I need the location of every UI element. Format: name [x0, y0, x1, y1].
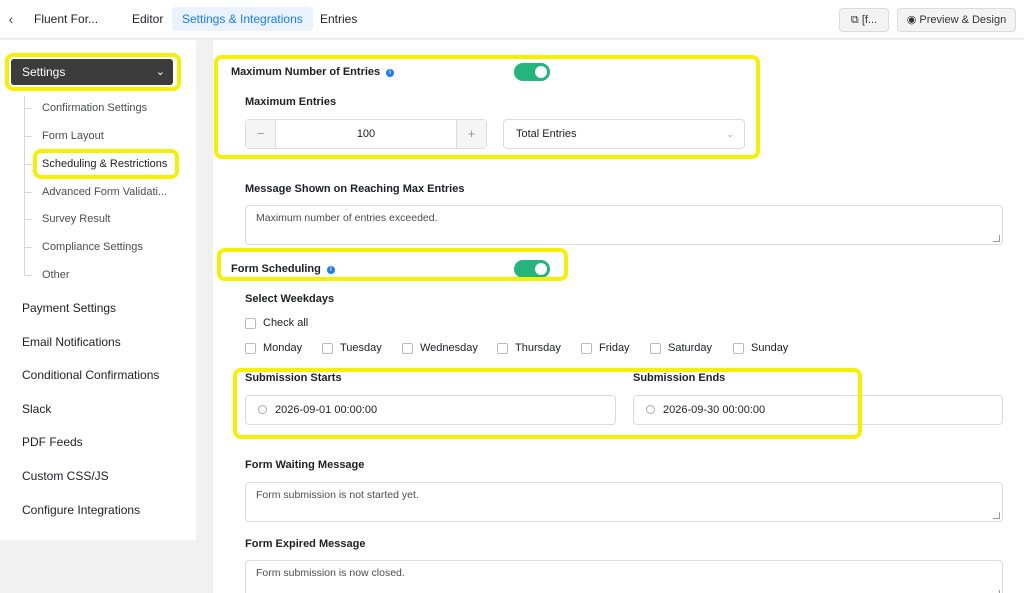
tree-tick [24, 164, 32, 165]
top-bar: ‹ Fluent For... Editor Settings & Integr… [0, 0, 1024, 39]
submission-ends-picker[interactable]: 2026-09-30 00:00:00 [633, 395, 1003, 425]
form-expired-message-field[interactable]: Form submission is now closed. [245, 560, 1003, 593]
submission-starts-picker[interactable]: 2026-09-01 00:00:00 [245, 395, 616, 425]
weekday-label: Thursday [515, 342, 561, 354]
weekday-wednesday[interactable]: Wednesday [402, 342, 478, 354]
tree-tick [24, 108, 32, 109]
checkbox-box [322, 342, 333, 354]
tree-tick [24, 136, 32, 137]
weekday-monday[interactable]: Monday [245, 342, 302, 354]
app-title: Fluent For... [34, 12, 99, 26]
eye-icon: ◉ [906, 14, 920, 26]
copy-icon: ⧉ [850, 14, 862, 26]
weekday-sunday[interactable]: Sunday [733, 342, 788, 354]
sidebar-item-payment-settings[interactable]: Payment Settings [22, 301, 116, 315]
sidebar-item-form-layout[interactable]: Form Layout [42, 130, 104, 142]
sidebar-tree-line [24, 96, 25, 276]
max-entries-message-field[interactable]: Maximum number of entries exceeded. [245, 205, 1003, 245]
chevron-down-icon: ⌄ [155, 66, 165, 78]
max-entries-stepper: − 100 + [245, 119, 487, 149]
sidebar-item-configure-integrations[interactable]: Configure Integrations [22, 503, 140, 517]
tree-tick [24, 192, 32, 193]
preview-design-button[interactable]: ◉ Preview & Design [897, 8, 1016, 32]
submission-starts-label: Submission Starts [245, 372, 342, 384]
sidebar-item-conditional-confirmations[interactable]: Conditional Confirmations [22, 368, 159, 382]
checkbox-box [733, 342, 744, 354]
max-entries-title-text: Maximum Number of Entries [231, 66, 381, 78]
sidebar-item-survey-result[interactable]: Survey Result [42, 213, 110, 225]
weekday-label: Sunday [751, 342, 789, 354]
clock-icon [258, 405, 267, 414]
chevron-down-icon: ⌄ [726, 129, 734, 139]
checkbox-box [650, 342, 661, 354]
submission-ends-label: Submission Ends [633, 372, 726, 384]
sidebar-item-slack[interactable]: Slack [22, 402, 51, 416]
checkbox-box [245, 317, 256, 329]
tab-entries[interactable]: Entries [310, 7, 367, 31]
checkbox-box [581, 342, 592, 354]
entries-period-value: Total Entries [516, 128, 577, 140]
decrement-button[interactable]: − [246, 120, 276, 148]
info-icon[interactable]: i [386, 69, 395, 77]
tree-tick [24, 275, 32, 276]
shortcode-button[interactable]: ⧉ [f... [839, 8, 889, 32]
weekday-friday[interactable]: Friday [581, 342, 630, 354]
checkbox-box [402, 342, 413, 354]
weekday-label: Friday [599, 342, 630, 354]
form-waiting-label: Form Waiting Message [245, 459, 365, 471]
checkbox-box [245, 342, 256, 354]
shortcode-label: [f... [861, 14, 878, 26]
increment-button[interactable]: + [456, 120, 486, 148]
sidebar-item-scheduling-restrictions[interactable]: Scheduling & Restrictions [42, 158, 167, 170]
max-entries-field-label: Maximum Entries [245, 96, 337, 108]
weekday-thursday[interactable]: Thursday [497, 342, 561, 354]
settings-sidebar [0, 40, 196, 540]
entries-period-select[interactable]: Total Entries ⌄ [503, 119, 745, 149]
weekday-saturday[interactable]: Saturday [650, 342, 712, 354]
tree-tick [24, 247, 32, 248]
form-expired-label: Form Expired Message [245, 538, 366, 550]
weekday-label: Monday [263, 342, 303, 354]
info-icon[interactable]: i [326, 266, 335, 274]
sidebar-item-advanced-form-validation[interactable]: Advanced Form Validati... [42, 186, 167, 198]
max-entries-title: Maximum Number of Entries i [231, 66, 395, 78]
tab-settings-integrations[interactable]: Settings & Integrations [172, 7, 313, 31]
sidebar-item-confirmation-settings[interactable]: Confirmation Settings [42, 102, 147, 114]
select-weekdays-label: Select Weekdays [245, 293, 335, 305]
preview-label: Preview & Design [919, 14, 1007, 26]
sidebar-item-pdf-feeds[interactable]: PDF Feeds [22, 435, 83, 449]
clock-icon [646, 405, 655, 414]
form-scheduling-title: Form Scheduling i [231, 263, 335, 275]
sidebar-item-other[interactable]: Other [42, 269, 70, 281]
weekday-label: Tuesday [340, 342, 382, 354]
weekday-label: Wednesday [420, 342, 478, 354]
sidebar-item-settings[interactable]: Settings ⌄ [11, 59, 173, 85]
max-entries-message-label: Message Shown on Reaching Max Entries [245, 183, 465, 195]
sidebar-item-compliance-settings[interactable]: Compliance Settings [42, 241, 143, 253]
checkbox-box [497, 342, 508, 354]
tree-tick [24, 219, 32, 220]
chevron-left-icon[interactable]: ‹ [4, 10, 18, 28]
form-waiting-message-field[interactable]: Form submission is not started yet. [245, 482, 1003, 522]
check-all-label: Check all [263, 317, 309, 329]
weekday-label: Saturday [668, 342, 713, 354]
sidebar-settings-label: Settings [22, 65, 66, 79]
weekday-tuesday[interactable]: Tuesday [322, 342, 382, 354]
form-scheduling-title-text: Form Scheduling [231, 263, 321, 275]
sidebar-item-email-notifications[interactable]: Email Notifications [22, 335, 121, 349]
submission-starts-value: 2026-09-01 00:00:00 [275, 404, 378, 416]
sidebar-item-custom-css-js[interactable]: Custom CSS/JS [22, 469, 109, 483]
max-entries-toggle[interactable] [514, 63, 550, 81]
submission-ends-value: 2026-09-30 00:00:00 [663, 404, 766, 416]
tab-editor[interactable]: Editor [122, 7, 173, 31]
max-entries-input[interactable]: 100 [276, 120, 456, 148]
form-scheduling-toggle[interactable] [514, 260, 550, 278]
check-all-checkbox[interactable]: Check all [245, 317, 308, 329]
